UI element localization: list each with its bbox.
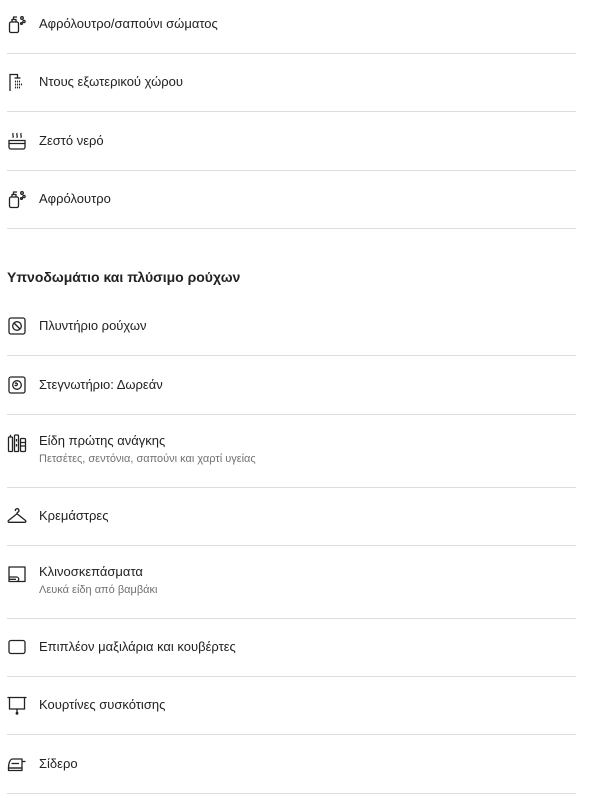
divider (7, 793, 576, 794)
bed-linens-icon (7, 564, 27, 584)
amenity-label: Ντους εξωτερικού χώρου (39, 74, 184, 89)
amenity-label: Επιπλέον μαξιλάρια και κουβέρτες (39, 639, 236, 654)
amenity-body-soap: Αφρόλουτρο/σαπούνι σώματος (7, 14, 576, 34)
iron-icon (7, 754, 27, 774)
washer-icon (7, 316, 27, 336)
amenity-label: Κλινοσκεπάσματα (39, 564, 143, 579)
amenity-hangers: Κρεμάστρες (7, 506, 576, 526)
amenity-label: Αφρόλουτρο/σαπούνι σώματος (39, 16, 218, 31)
amenity-description: Πετσέτες, σεντόνια, σαπούνι και χαρτί υγ… (39, 453, 256, 465)
amenity-extra-pillows: Επιπλέον μαξιλάρια και κουβέρτες (7, 637, 576, 657)
divider (7, 618, 576, 619)
divider (7, 414, 576, 415)
divider (7, 53, 576, 54)
divider (7, 487, 576, 488)
amenity-label: Κουρτίνες συσκότισης (39, 697, 166, 712)
essentials-icon (7, 433, 27, 453)
divider (7, 676, 576, 677)
amenity-label: Στεγνωτήριο: Δωρεάν (39, 377, 163, 392)
divider (7, 170, 576, 171)
amenity-label: Πλυντήριο ρούχων (39, 318, 147, 333)
dryer-icon (7, 375, 27, 395)
hangers-icon (7, 506, 27, 526)
amenity-bed-linens: Κλινοσκεπάσματα Λευκά είδη από βαμβάκι (7, 564, 576, 600)
amenity-description: Λευκά είδη από βαμβάκι (39, 584, 158, 596)
hot-water-icon (7, 131, 27, 151)
amenity-iron: Σίδερο (7, 754, 576, 774)
amenity-label: Ζεστό νερό (39, 133, 104, 148)
divider (7, 111, 576, 112)
amenity-label: Σίδερο (39, 756, 78, 771)
divider (7, 545, 576, 546)
blackout-shades-icon (7, 695, 27, 715)
amenity-outdoor-shower: Ντους εξωτερικού χώρου (7, 72, 576, 92)
outdoor-shower-icon (7, 72, 27, 92)
divider (7, 228, 576, 229)
amenity-shower-gel: Αφρόλουτρο (7, 189, 576, 209)
amenity-label: Είδη πρώτης ανάγκης (39, 433, 166, 448)
divider (7, 355, 576, 356)
amenity-label: Αφρόλουτρο (39, 191, 111, 206)
extra-pillows-icon (7, 637, 27, 657)
divider (7, 734, 576, 735)
body-soap-icon (7, 14, 27, 34)
amenity-dryer: Στεγνωτήριο: Δωρεάν (7, 375, 576, 395)
amenities-list: Αφρόλουτρο/σαπούνι σώματος Ντους εξωτερι… (0, 0, 589, 804)
amenity-essentials: Είδη πρώτης ανάγκης Πετσέτες, σεντόνια, … (7, 433, 576, 469)
shower-gel-icon (7, 189, 27, 209)
amenity-blackout-shades: Κουρτίνες συσκότισης (7, 695, 576, 715)
amenity-label: Κρεμάστρες (39, 508, 109, 523)
amenity-hot-water: Ζεστό νερό (7, 131, 576, 151)
amenity-washer: Πλυντήριο ρούχων (7, 316, 576, 336)
section-title-bedroom-laundry: Υπνοδωμάτιο και πλύσιμο ρούχων (7, 269, 241, 285)
